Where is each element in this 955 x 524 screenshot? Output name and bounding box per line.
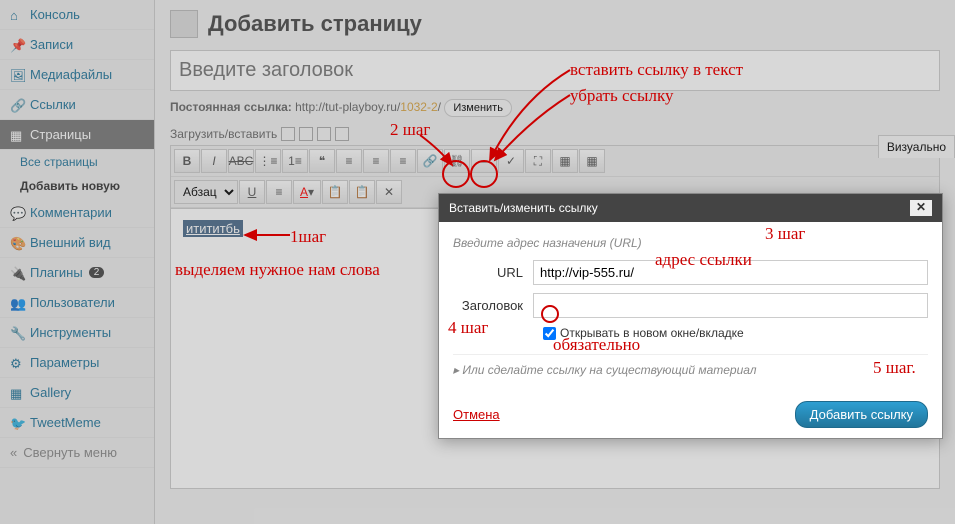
link-title-input[interactable] xyxy=(533,293,928,318)
cancel-link[interactable]: Отмена xyxy=(453,407,500,422)
url-input[interactable] xyxy=(533,260,928,285)
add-link-button[interactable]: Добавить ссылку xyxy=(795,401,928,428)
existing-content-toggle[interactable]: ▸ Или сделайте ссылку на существующий ма… xyxy=(453,354,928,377)
dialog-hint: Введите адрес назначения (URL) xyxy=(453,236,928,250)
url-label: URL xyxy=(453,265,533,280)
dialog-close-button[interactable]: ✕ xyxy=(910,200,932,216)
dialog-titlebar: Вставить/изменить ссылку ✕ xyxy=(439,194,942,222)
new-tab-checkbox[interactable] xyxy=(543,327,556,340)
link-title-label: Заголовок xyxy=(453,298,533,313)
link-dialog: Вставить/изменить ссылку ✕ Введите адрес… xyxy=(438,193,943,439)
